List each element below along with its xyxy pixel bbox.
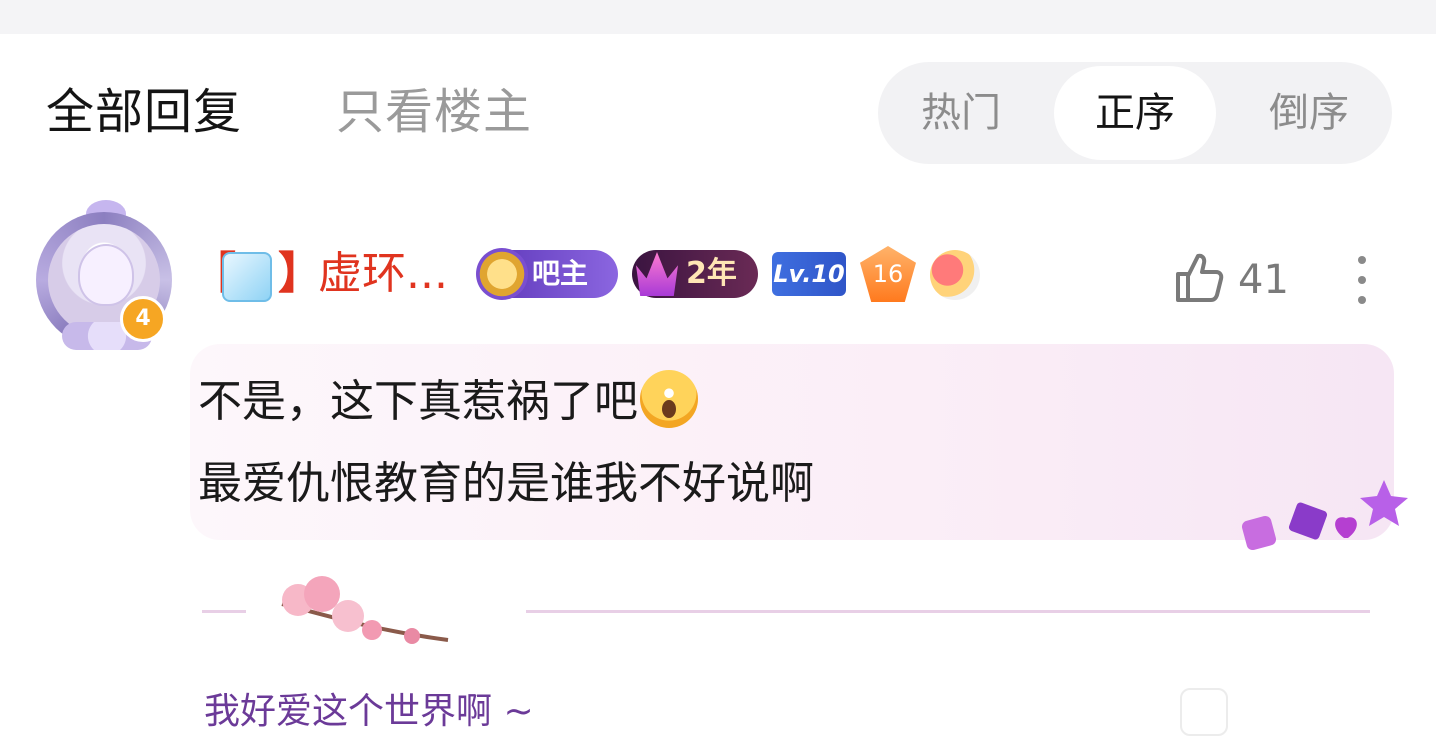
heart-face-icon[interactable] [930, 250, 980, 300]
avatar-level-badge: 4 [120, 296, 166, 342]
gift-bubble-decoration-icon [1241, 480, 1408, 551]
like-count[interactable]: 41 [1238, 256, 1289, 304]
sort-descending-button[interactable]: 倒序 [1228, 66, 1390, 160]
user-signature: 我好爱这个世界啊 ~ [204, 691, 534, 732]
sort-hot-button[interactable]: 热门 [880, 66, 1042, 160]
more-options-icon[interactable] [1350, 252, 1374, 308]
reply-text-line-1: 不是，这下真惹祸了吧 [198, 370, 698, 432]
membership-years-label: 2年 [686, 256, 737, 291]
user-level-badge[interactable]: Lv.10 [772, 252, 846, 296]
sort-ascending-button[interactable]: 正序 [1054, 66, 1216, 160]
tab-owner-only[interactable]: 只看楼主 [336, 84, 532, 140]
ice-cube-icon [222, 252, 272, 302]
tab-all-replies[interactable]: 全部回复 [46, 84, 242, 140]
rank-badge[interactable]: 16 [860, 246, 916, 302]
membership-years-badge[interactable]: 2年 [632, 250, 758, 298]
avatar[interactable]: 4 [32, 200, 182, 350]
avatar-character [78, 244, 134, 306]
signature-divider-left [202, 610, 246, 613]
sort-segmented-control: 热门 正序 倒序 [878, 62, 1392, 164]
medal-icon [476, 248, 528, 300]
forum-owner-badge[interactable]: 吧主 [476, 248, 618, 300]
reply-line-1-text: 不是，这下真惹祸了吧 [198, 376, 638, 427]
thumbs-up-icon[interactable] [1170, 250, 1226, 306]
forum-owner-label: 吧主 [532, 257, 589, 290]
reply-text-line-2: 最爱仇恨教育的是谁我不好说啊 [198, 458, 814, 509]
top-divider [0, 0, 1436, 34]
scream-emoji [640, 370, 698, 428]
username-right-bracket: 】 [278, 248, 322, 299]
crown-icon [636, 252, 678, 296]
watermark-icon [1180, 688, 1228, 736]
signature-divider-right [526, 610, 1370, 613]
username-text[interactable]: 虚环... [318, 246, 448, 302]
cherry-blossom-icon [281, 576, 449, 644]
